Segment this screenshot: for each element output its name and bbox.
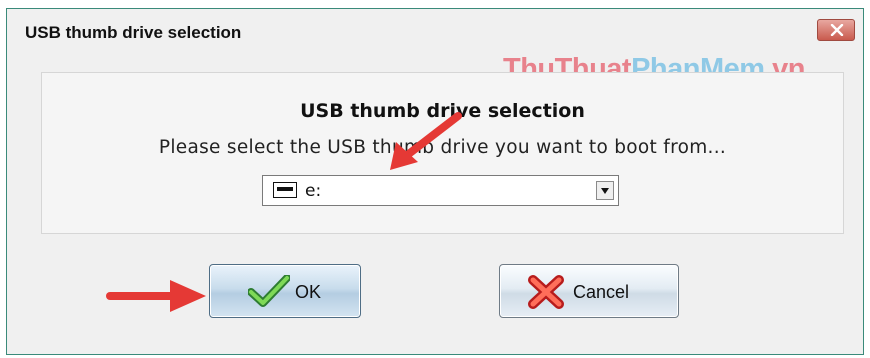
cancel-button[interactable]: Cancel <box>499 264 679 318</box>
ok-button[interactable]: OK <box>209 264 361 318</box>
window-title: USB thumb drive selection <box>25 23 242 42</box>
usb-drive-select[interactable]: e: <box>262 175 619 206</box>
title-bar[interactable]: USB thumb drive selection <box>7 9 863 51</box>
x-mark-icon <box>528 275 564 309</box>
chevron-down-icon[interactable] <box>596 181 614 200</box>
ok-label: OK <box>295 282 322 302</box>
checkmark-icon <box>248 275 290 307</box>
cancel-label: Cancel <box>573 282 630 302</box>
close-icon <box>830 24 844 36</box>
drive-select-value: e: <box>305 181 322 201</box>
annotation-arrow-dropdown <box>390 112 462 170</box>
usb-drive-icon <box>273 182 297 198</box>
annotation-arrow-ok <box>106 280 206 312</box>
close-button[interactable] <box>817 19 855 41</box>
